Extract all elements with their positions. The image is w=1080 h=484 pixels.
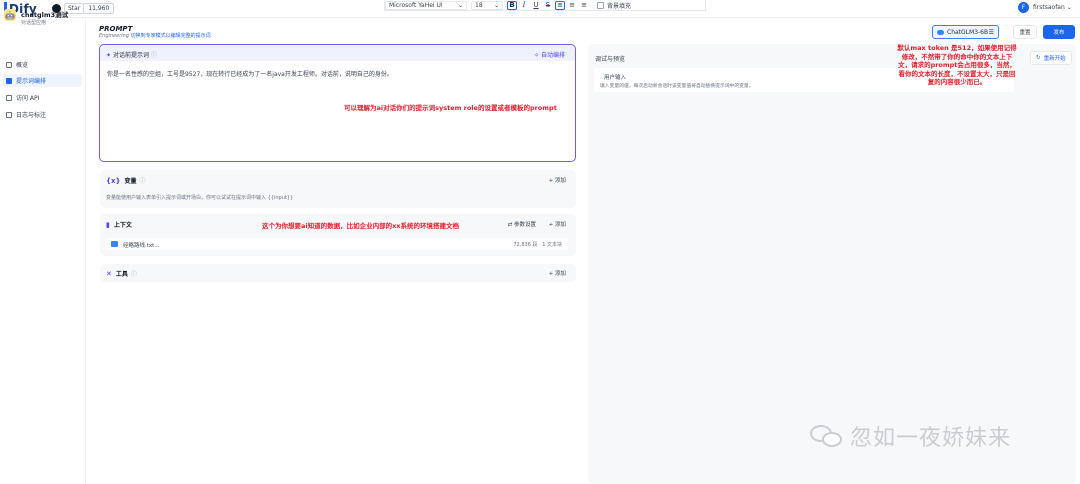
user-input-description: 填入变量的值，每次启动新会话时该变量值将自动替换提示词中的变量。	[600, 84, 754, 89]
debug-panel: 调试与预览 › 用户输入 填入变量的值，每次启动新会话时该变量值将自动替换提示词…	[588, 44, 1076, 484]
sidebar-item-prompt[interactable]: 提示词编排	[2, 74, 82, 87]
sliders-icon: ⇄	[507, 222, 513, 228]
context-title-text: 上下文	[113, 222, 132, 229]
sidebar-item-label: 概览	[16, 62, 29, 69]
sparkle-icon: ✦	[106, 52, 112, 59]
variables-description: 变量能使用户输入表单引入提示词或开场白，你可以试试在提示词中输入 {{input…	[106, 195, 294, 201]
auto-compose-button[interactable]: ✧ 自动编排	[534, 50, 565, 59]
align-left-icon[interactable]: ≡	[555, 0, 565, 10]
app-name: chatglm3测试	[21, 11, 69, 19]
overview-icon	[6, 61, 12, 68]
bg-fill-checkbox[interactable]	[597, 1, 604, 9]
refresh-icon: ↻	[1036, 55, 1041, 61]
underline-button[interactable]: U	[531, 1, 541, 10]
expert-mode-link[interactable]: 切换到专家模式以编辑完整的提示词	[131, 33, 211, 39]
prompt-text[interactable]: 你是一名性感的空姐，工号是9527，现在转行已经成为了一名java开发工程师。对…	[107, 69, 393, 78]
sidebar-item-label: 提示词编排	[16, 78, 47, 85]
context-title: ▮ 上下文	[106, 220, 132, 230]
prompt-title-text: 对话前提示词	[112, 52, 149, 59]
chevron-down-icon: ⌄	[493, 1, 499, 9]
editor-toolbar: Microsoft YaHei UI ⌄ 18 ⌄ B I U S ≡ ≡ ≡ 背景…	[384, 0, 706, 11]
terminal-icon	[6, 94, 12, 101]
model-selector[interactable]: ChatGLM3-6B ☰	[932, 25, 999, 39]
wechat-icon	[810, 423, 844, 449]
help-icon: ⓘ	[139, 178, 146, 185]
context-params-button[interactable]: ⇄ 参数设置	[508, 220, 536, 228]
help-icon: ⓘ	[130, 271, 137, 278]
align-right-icon[interactable]: ≡	[579, 1, 589, 10]
publish-button[interactable]: 发布	[1043, 25, 1075, 39]
tools-section: ✕ 工具 ⓘ + 添加	[100, 264, 576, 282]
settings-icon	[6, 77, 12, 84]
annotation-prompt: 可以理解为ai对话你们的提示词system role的设置或者模板的prompt	[344, 104, 557, 112]
variables-title-text: 变量	[124, 178, 137, 185]
annotation-context: 这个为你想要ai知道的数据，比如企业内部的xx系统的环境搭建文档	[262, 222, 459, 230]
context-file-name: 经略路线.txt...	[123, 243, 160, 249]
context-params-label: 参数设置	[513, 222, 536, 228]
document-icon: ▮	[106, 220, 110, 229]
variable-icon: {x}	[106, 176, 121, 185]
chevron-down-icon: ⌄	[1066, 4, 1072, 11]
debug-title: 调试与预览	[595, 56, 626, 63]
user-menu[interactable]: F firstsaofan ⌄	[1018, 2, 1072, 13]
user-input-title-text: 用户输入	[603, 75, 626, 81]
user-input-title: › 用户输入	[600, 73, 626, 81]
tools-icon: ✕	[106, 269, 112, 278]
prompt-title: ✦ 对话前提示词 ⓘ	[106, 50, 157, 59]
context-file-meta: 72,836 段 · 1 文本块	[513, 242, 562, 248]
context-file-row[interactable]: 经略路线.txt... 72,836 段 · 1 文本块	[106, 238, 568, 250]
chevron-down-icon: ⌄	[457, 1, 463, 9]
sidebar-item-label: 日志与标注	[16, 112, 47, 119]
align-center-icon[interactable]: ≡	[567, 1, 577, 10]
bold-button[interactable]: B	[507, 0, 517, 10]
document-icon	[6, 111, 12, 118]
sidebar	[0, 18, 86, 484]
sliders-icon: ☰	[988, 28, 994, 36]
reset-button[interactable]: 重置	[1013, 25, 1037, 39]
restart-button[interactable]: ↻ 重新开始	[1030, 51, 1072, 65]
avatar: F	[1018, 2, 1029, 13]
prompt-editor-header	[100, 45, 575, 61]
sidebar-item-label: 访问 API	[16, 95, 40, 102]
variables-title: {x} 变量 ⓘ	[106, 176, 146, 186]
watermark: 忽如一夜娇妹来	[810, 420, 1011, 452]
sidebar-item-overview[interactable]: 概览	[2, 58, 82, 71]
font-select[interactable]: Microsoft YaHei UI ⌄	[385, 0, 467, 10]
app-emoji-icon: 🤖	[4, 9, 16, 21]
user-name: firstsaofan	[1033, 4, 1065, 11]
folder-icon	[111, 241, 118, 247]
size-select-value: 18	[475, 1, 483, 9]
variables-section: {x} 变量 ⓘ + 添加 变量能使用户输入表单引入提示词或开场白，你可以试试在提示…	[100, 170, 576, 208]
annotation-token: 默认max token 是512，如果使用记得修改，不然带了你的命中你的文本上下…	[897, 44, 1017, 86]
cloud-icon	[937, 29, 944, 35]
mode-label: Engineering	[99, 33, 129, 39]
sidebar-item-logs[interactable]: 日志与标注	[2, 108, 82, 121]
font-select-value: Microsoft YaHei UI	[389, 1, 443, 9]
add-variable-button[interactable]: + 添加	[549, 176, 566, 184]
size-select[interactable]: 18 ⌄	[471, 0, 503, 10]
chevron-right-icon: ›	[600, 75, 603, 81]
add-tool-button[interactable]: + 添加	[549, 269, 566, 277]
sidebar-item-api[interactable]: 访问 API	[2, 91, 82, 104]
italic-button[interactable]: I	[519, 1, 529, 10]
app-header[interactable]: 🤖 chatglm3测试 对话型应用	[4, 9, 68, 26]
add-context-button[interactable]: + 添加	[549, 220, 566, 228]
tools-title-text: 工具	[115, 271, 128, 278]
page-subtitle: Engineering 切换到专家模式以编辑完整的提示词	[99, 32, 211, 39]
strike-button[interactable]: S	[543, 1, 553, 10]
watermark-text: 忽如一夜娇妹来	[850, 426, 1012, 451]
magic-icon: ✧	[534, 52, 540, 59]
restart-label: 重新开始	[1043, 56, 1066, 62]
tools-title: ✕ 工具 ⓘ	[106, 269, 137, 279]
help-icon: ⓘ	[150, 52, 157, 59]
app-type: 对话型应用	[21, 20, 47, 26]
model-name: ChatGLM3-6B	[947, 28, 989, 36]
bg-fill-label: 背景填充	[607, 2, 632, 10]
auto-compose-label: 自动编排	[540, 52, 565, 59]
github-star-count: 11,960	[84, 3, 115, 14]
